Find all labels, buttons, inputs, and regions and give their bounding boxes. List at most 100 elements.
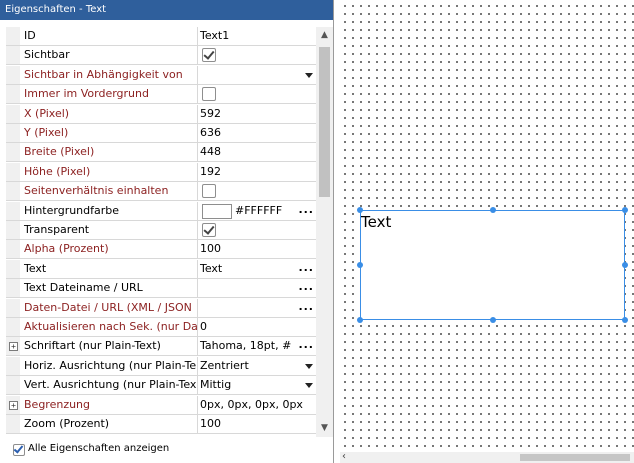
property-name: Text <box>23 259 198 278</box>
scrollbar-thumb[interactable] <box>319 47 330 197</box>
handle-left[interactable] <box>357 262 363 268</box>
value-text: 100 <box>200 242 221 256</box>
property-value[interactable]: 192 <box>199 163 316 181</box>
property-value[interactable] <box>199 66 316 84</box>
property-row[interactable]: X (Pixel) 592 <box>6 104 316 124</box>
row-expander <box>6 65 20 84</box>
row-expander <box>6 46 20 65</box>
property-value[interactable]: 0px, 0px, 0px, 0px <box>199 396 316 414</box>
color-swatch[interactable] <box>202 203 232 219</box>
property-value[interactable]: ... <box>199 299 316 317</box>
property-checkbox[interactable] <box>202 87 216 102</box>
scroll-down-icon[interactable]: ▼ <box>316 420 333 437</box>
property-value[interactable] <box>199 85 316 103</box>
property-row[interactable]: Aktualisieren nach Sek. (nur Da 0 <box>6 318 316 337</box>
ellipsis-button[interactable]: ... <box>298 202 314 218</box>
property-value[interactable]: 592 <box>199 105 316 123</box>
text-element[interactable]: Text <box>357 207 628 323</box>
property-name: Daten-Datei / URL (XML / JSON <box>23 298 198 317</box>
ellipsis-button[interactable]: ... <box>298 279 314 295</box>
row-expander <box>6 104 20 123</box>
property-row[interactable]: Vert. Ausrichtung (nur Plain-Tex Mittig <box>6 376 316 396</box>
ellipsis-button[interactable]: ... <box>298 337 314 353</box>
property-row[interactable]: Sichtbar in Abhängigkeit von <box>6 65 316 85</box>
value-text: 592 <box>200 106 221 120</box>
property-value[interactable]: 0 <box>199 318 316 336</box>
row-expander <box>6 85 20 104</box>
property-value[interactable]: Text1 <box>199 27 316 45</box>
expand-icon[interactable]: + <box>9 400 18 410</box>
property-value[interactable]: 636 <box>199 124 316 142</box>
property-name: Text Dateiname / URL <box>23 279 198 298</box>
row-expander[interactable]: + <box>6 337 20 356</box>
property-row[interactable]: Alpha (Prozent) 100 <box>6 240 316 260</box>
property-value[interactable] <box>199 46 316 64</box>
handle-bottom-left[interactable] <box>357 317 363 323</box>
property-name: Y (Pixel) <box>23 124 198 142</box>
property-grid: ID Text1 Sichtbar Sichtbar in Abhängigkeit … <box>6 27 316 437</box>
property-checkbox[interactable] <box>202 48 216 63</box>
canvas-scrollbar-thumb[interactable] <box>520 454 630 461</box>
panel-title: Eigenschaften - Text <box>0 0 333 20</box>
row-expander <box>6 279 20 298</box>
property-row[interactable]: + Begrenzung 0px, 0px, 0px, 0px <box>6 395 316 415</box>
property-row[interactable]: Höhe (Pixel) 192 <box>6 162 316 182</box>
property-value[interactable]: #FFFFFF... <box>199 202 316 220</box>
handle-top[interactable] <box>489 207 496 213</box>
property-value[interactable]: Zentriert <box>199 357 316 375</box>
property-value[interactable] <box>199 221 316 239</box>
row-expander <box>6 415 20 433</box>
expand-icon[interactable]: + <box>9 342 18 352</box>
property-row[interactable]: Breite (Pixel) 448 <box>6 143 316 163</box>
value-text: Zentriert <box>200 358 249 372</box>
ellipsis-button[interactable]: ... <box>298 299 314 315</box>
property-value[interactable]: 100 <box>199 415 316 433</box>
row-expander <box>6 124 20 142</box>
property-row[interactable]: Zoom (Prozent) 100 <box>6 415 316 434</box>
show-all-checkbox[interactable] <box>13 444 25 456</box>
scroll-up-icon[interactable]: ▲ <box>316 27 333 44</box>
property-row[interactable]: Immer im Vordergrund <box>6 85 316 105</box>
handle-bottom-right[interactable] <box>622 317 628 323</box>
value-text: 0px, 0px, 0px, 0px <box>200 397 303 411</box>
chevron-down-icon[interactable] <box>305 72 313 78</box>
chevron-down-icon[interactable] <box>305 383 313 389</box>
property-row[interactable]: Hintergrundfarbe #FFFFFF... <box>6 201 316 221</box>
property-value[interactable]: ... <box>199 279 316 297</box>
property-value[interactable]: 100 <box>199 240 316 258</box>
value-text: Tahoma, 18pt, # <box>200 339 292 353</box>
property-row[interactable]: Sichtbar <box>6 46 316 66</box>
property-grid-scrollbar[interactable]: ▲ ▼ <box>316 27 333 437</box>
property-value[interactable]: Text... <box>199 260 316 278</box>
property-checkbox[interactable] <box>202 223 216 237</box>
scroll-left-icon[interactable]: ‹ <box>342 451 346 462</box>
property-row[interactable]: Horiz. Ausrichtung (nur Plain-Te Zentrier… <box>6 356 316 376</box>
property-row[interactable]: Text Text... <box>6 259 316 279</box>
property-row[interactable]: Y (Pixel) 636 <box>6 124 316 143</box>
property-row[interactable]: Text Dateiname / URL... <box>6 279 316 299</box>
property-value[interactable]: Tahoma, 18pt, #... <box>199 337 316 355</box>
row-expander <box>6 162 20 181</box>
property-name: X (Pixel) <box>23 104 198 123</box>
property-row[interactable]: Seitenverhältnis einhalten <box>6 182 316 202</box>
handle-top-left[interactable] <box>357 207 363 213</box>
handle-bottom[interactable] <box>489 317 496 323</box>
canvas-horizontal-scrollbar[interactable]: ‹ <box>340 451 634 463</box>
row-expander[interactable]: + <box>6 395 20 414</box>
ellipsis-button[interactable]: ... <box>298 260 314 276</box>
value-text: 100 <box>200 417 221 430</box>
property-value[interactable] <box>199 182 316 200</box>
property-value[interactable]: 448 <box>199 143 316 161</box>
property-name: Höhe (Pixel) <box>23 162 198 181</box>
property-value[interactable]: Mittig <box>199 376 316 394</box>
handle-top-right[interactable] <box>622 207 628 213</box>
handle-right[interactable] <box>622 262 628 268</box>
value-text: 636 <box>200 126 221 139</box>
property-row[interactable]: + Schriftart (nur Plain-Text) Tahoma, 18pt… <box>6 337 316 357</box>
property-row[interactable]: ID Text1 <box>6 27 316 46</box>
property-row[interactable]: Transparent <box>6 221 316 240</box>
show-all-properties[interactable]: Alle Eigenschaften anzeigen <box>0 437 333 463</box>
property-row[interactable]: Daten-Datei / URL (XML / JSON... <box>6 298 316 318</box>
chevron-down-icon[interactable] <box>305 363 313 369</box>
property-checkbox[interactable] <box>202 184 216 199</box>
